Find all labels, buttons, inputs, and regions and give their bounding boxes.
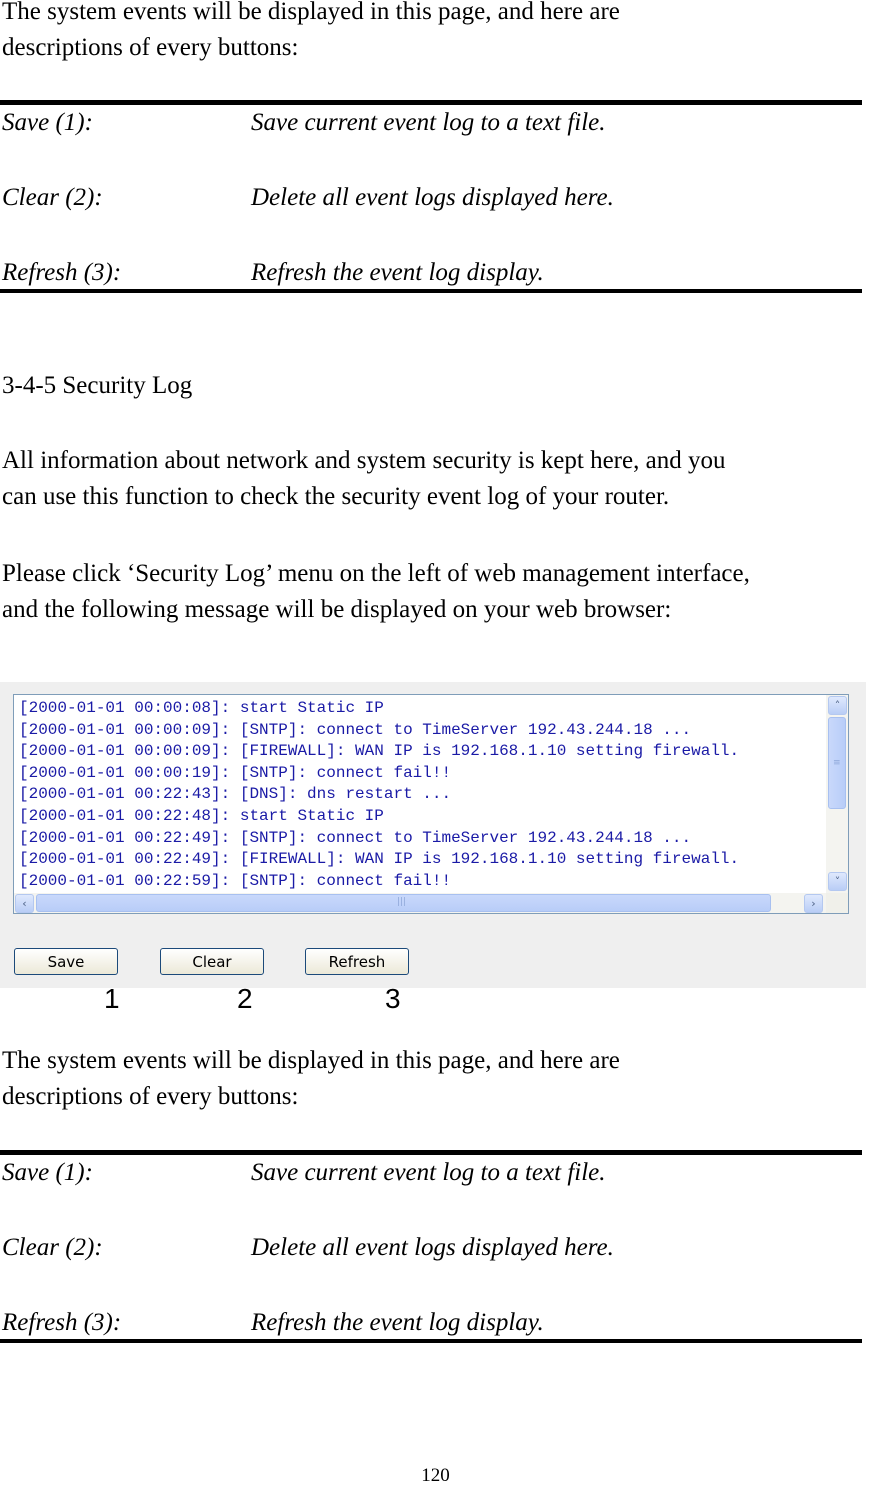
description-row-refresh: Refresh (3): Refresh the event log displ… [0, 1305, 862, 1339]
scroll-up-icon[interactable]: ˄ [828, 696, 847, 715]
clear-button[interactable]: Clear [160, 948, 264, 975]
security-log-description: All information about network and system… [2, 443, 871, 515]
button-description-table-bottom: Save (1): Save current event log to a te… [0, 1150, 862, 1343]
scroll-right-icon[interactable]: › [804, 894, 823, 913]
callout-1: 1 [104, 983, 120, 1014]
para2-line-1: Please click ‘Security Log’ menu on the … [2, 560, 750, 587]
description-text: Delete all event logs displayed here. [251, 184, 614, 211]
description-row-clear: Clear (2): Delete all event logs display… [0, 1230, 862, 1305]
description-name: Clear (2): [2, 184, 103, 211]
callout-2: 2 [237, 983, 253, 1014]
description-row-refresh: Refresh (3): Refresh the event log displ… [0, 255, 862, 289]
vertical-scrollbar[interactable]: ˄ ≡ ˅ [826, 695, 848, 893]
para2-line-2: and the following message will be displa… [2, 596, 672, 623]
description-name: Refresh (3): [2, 1309, 122, 1336]
intro-line-2: descriptions of every buttons: [2, 1083, 299, 1110]
section-heading: 3-4-5 Security Log [2, 372, 193, 399]
scroll-left-icon[interactable]: ‹ [15, 894, 34, 913]
vertical-scroll-thumb[interactable]: ≡ [828, 717, 846, 809]
description-text: Refresh the event log display. [251, 1309, 544, 1336]
description-name: Clear (2): [2, 1234, 103, 1261]
description-text: Refresh the event log display. [251, 259, 544, 286]
log-lines: [2000-01-01 00:00:08]: start Static IP [2… [19, 698, 739, 892]
description-row-save: Save (1): Save current event log to a te… [0, 105, 862, 180]
intro-paragraph-top: The system events will be displayed in t… [2, 0, 871, 66]
instruction-paragraph: Please click ‘Security Log’ menu on the … [2, 556, 871, 628]
log-line: [2000-01-01 00:00:19]: [SNTP]: connect f… [19, 763, 452, 782]
grip-icon: ≡ [833, 758, 841, 768]
description-name: Refresh (3): [2, 259, 122, 286]
log-line: [2000-01-01 00:00:09]: [FIREWALL]: WAN I… [19, 742, 740, 761]
log-line: [2000-01-01 00:00:08]: start Static IP [19, 699, 384, 717]
intro-line-1: The system events will be displayed in t… [2, 0, 620, 25]
description-name: Save (1): [2, 1159, 93, 1186]
description-text: Save current event log to a text file. [251, 109, 606, 136]
horizontal-scroll-thumb[interactable]: ||| [36, 894, 771, 912]
save-button[interactable]: Save [14, 948, 118, 975]
intro-line-1: The system events will be displayed in t… [2, 1047, 620, 1074]
log-line: [2000-01-01 00:22:49]: [SNTP]: connect t… [19, 828, 692, 847]
refresh-button[interactable]: Refresh [305, 948, 409, 975]
description-text: Delete all event logs displayed here. [251, 1234, 614, 1261]
intro-paragraph-bottom: The system events will be displayed in t… [2, 1043, 871, 1115]
scrollbar-corner [826, 893, 848, 913]
intro-line-2: descriptions of every buttons: [2, 34, 299, 61]
description-text: Save current event log to a text file. [251, 1159, 606, 1186]
horizontal-scrollbar[interactable]: ‹ ||| › [14, 893, 826, 913]
para1-line-2: can use this function to check the secur… [2, 483, 670, 510]
page-number: 120 [421, 1465, 450, 1486]
log-line: [2000-01-01 00:00:09]: [SNTP]: connect t… [19, 720, 692, 739]
description-row-clear: Clear (2): Delete all event logs display… [0, 180, 862, 255]
description-row-save: Save (1): Save current event log to a te… [0, 1155, 862, 1230]
log-line: [2000-01-01 00:22:49]: [FIREWALL]: WAN I… [19, 850, 740, 869]
callout-3: 3 [385, 983, 401, 1014]
security-log-textarea[interactable]: [2000-01-01 00:00:08]: start Static IP [2… [13, 694, 849, 914]
scroll-down-icon[interactable]: ˅ [828, 872, 847, 891]
grip-icon: ||| [397, 897, 407, 907]
button-description-table-top: Save (1): Save current event log to a te… [0, 100, 862, 293]
security-log-panel: [2000-01-01 00:00:08]: start Static IP [2… [0, 682, 866, 988]
log-line: [2000-01-01 00:22:48]: start Static IP [19, 806, 384, 825]
log-line: [2000-01-01 00:22:43]: [DNS]: dns restar… [19, 785, 452, 804]
para1-line-1: All information about network and system… [2, 447, 726, 474]
log-line: [2000-01-01 00:22:59]: [SNTP]: connect f… [19, 871, 452, 890]
description-name: Save (1): [2, 109, 93, 136]
